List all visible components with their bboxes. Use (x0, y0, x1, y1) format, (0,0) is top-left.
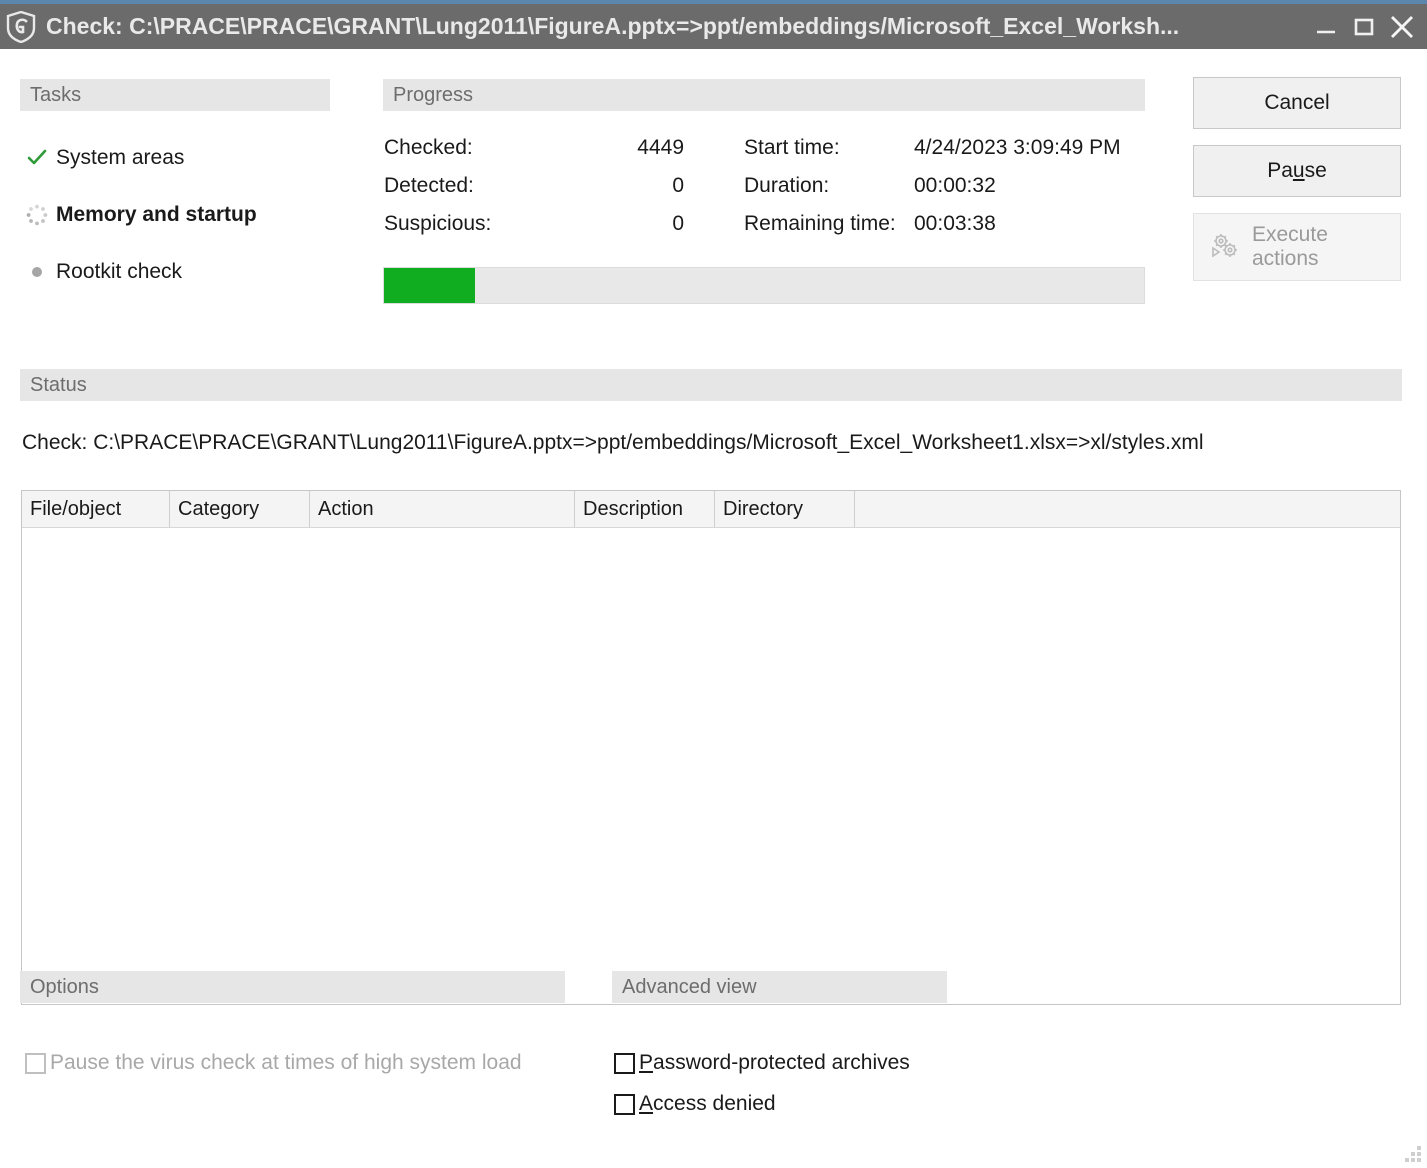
option-password-protected-archives[interactable]: Password-protected archives (614, 1051, 910, 1075)
results-column-header[interactable]: Description (575, 491, 715, 527)
results-column-header[interactable] (855, 491, 1400, 527)
execute-line2: actions (1252, 247, 1319, 270)
password-label-rest: assword-protected archives (653, 1051, 910, 1074)
start-time-label: Start time: (744, 136, 840, 159)
options-section-header: Options (20, 971, 565, 1003)
pause-label-accel: u (1292, 159, 1305, 182)
window-controls (1309, 10, 1427, 44)
results-table: File/object Category Action Description Dire… (21, 490, 1401, 1005)
task-label: Memory and startup (56, 202, 257, 226)
dot-icon (22, 266, 52, 278)
window-titlebar: Check: C:\PRACE\PRACE\GRANT\Lung2011\Fig… (0, 4, 1427, 49)
start-time-value: 4/24/2023 3:09:49 PM (914, 136, 1121, 159)
results-column-header[interactable]: File/object (22, 491, 170, 527)
close-icon[interactable] (1385, 10, 1419, 44)
execute-line1: Execute (1252, 223, 1328, 247)
action-buttons: Cancel Pa u se Execute actions (1193, 77, 1401, 281)
password-label-accel: P (639, 1051, 654, 1074)
gdata-shield-icon (4, 10, 38, 44)
pause-label-pre: Pa (1267, 159, 1293, 182)
scan-progress-fill (384, 268, 476, 303)
task-item-rootkit-check[interactable]: Rootkit check (22, 243, 362, 300)
access-label-rest: ccess denied (653, 1092, 776, 1115)
checked-label: Checked: (384, 136, 473, 159)
option-access-denied[interactable]: Access denied (614, 1092, 776, 1116)
status-section-header: Status (20, 369, 1402, 401)
progress-section-header: Progress (383, 79, 1145, 111)
dialog-content: Tasks System areas Memory and startup Ro… (0, 49, 1427, 1168)
option-access-denied-label: Access denied (639, 1092, 776, 1116)
checkbox-access-denied[interactable] (614, 1093, 635, 1115)
results-column-header[interactable]: Category (170, 491, 310, 527)
option-password-protected-archives-label: Password-protected archives (639, 1051, 910, 1075)
results-table-header: File/object Category Action Description Dire… (22, 491, 1400, 528)
suspicious-value: 0 (672, 212, 684, 235)
progress-row-checked: Checked: 4449 Start time: 4/24/2023 3:09… (384, 129, 1144, 167)
detected-label: Detected: (384, 174, 474, 197)
minimize-icon[interactable] (1309, 10, 1343, 44)
checkbox-password-protected-archives[interactable] (614, 1052, 635, 1074)
duration-label: Duration: (744, 174, 830, 197)
resize-grip-icon[interactable] (1405, 1146, 1421, 1162)
task-label: Rootkit check (56, 259, 183, 283)
progress-row-detected: Detected: 0 Duration: 00:00:32 (384, 167, 1144, 205)
gears-play-icon (1204, 230, 1246, 264)
check-icon (22, 148, 52, 168)
detected-value: 0 (672, 174, 684, 197)
maximize-icon[interactable] (1347, 10, 1381, 44)
option-pause-on-high-load[interactable]: Pause the virus check at times of high s… (25, 1051, 522, 1075)
remaining-label: Remaining time: (744, 212, 896, 235)
checkbox-pause-on-high-load[interactable] (25, 1052, 46, 1074)
tasks-section-header: Tasks (20, 79, 330, 111)
cancel-button[interactable]: Cancel (1193, 77, 1401, 129)
window-title: Check: C:\PRACE\PRACE\GRANT\Lung2011\Fig… (46, 13, 1180, 39)
progress-row-suspicious: Suspicious: 0 Remaining time: 00:03:38 (384, 205, 1144, 243)
tasks-list: System areas Memory and startup Rootkit … (22, 129, 362, 300)
duration-value: 00:00:32 (914, 174, 996, 197)
pause-button[interactable]: Pa u se (1193, 145, 1401, 197)
task-item-system-areas[interactable]: System areas (22, 129, 362, 186)
option-pause-on-high-load-label: Pause the virus check at times of high s… (50, 1051, 522, 1074)
spinner-icon (22, 204, 52, 226)
task-item-memory-and-startup[interactable]: Memory and startup (22, 186, 362, 243)
task-label: System areas (56, 145, 185, 169)
status-current-file: Check: C:\PRACE\PRACE\GRANT\Lung2011\Fig… (22, 431, 1204, 454)
results-column-header[interactable]: Action (310, 491, 575, 527)
suspicious-label: Suspicious: (384, 212, 492, 235)
results-table-body[interactable] (22, 528, 1400, 1004)
advanced-view-section-header: Advanced view (612, 971, 947, 1003)
remaining-value: 00:03:38 (914, 212, 996, 235)
execute-actions-label: Execute actions (1252, 223, 1328, 270)
progress-stats: Checked: 4449 Start time: 4/24/2023 3:09… (384, 129, 1144, 243)
checked-value: 4449 (637, 136, 684, 159)
access-label-accel: A (639, 1092, 654, 1115)
pause-label-post: se (1304, 159, 1327, 182)
results-column-header[interactable]: Directory (715, 491, 855, 527)
execute-actions-button[interactable]: Execute actions (1193, 213, 1401, 281)
scan-progress-bar (383, 267, 1145, 304)
